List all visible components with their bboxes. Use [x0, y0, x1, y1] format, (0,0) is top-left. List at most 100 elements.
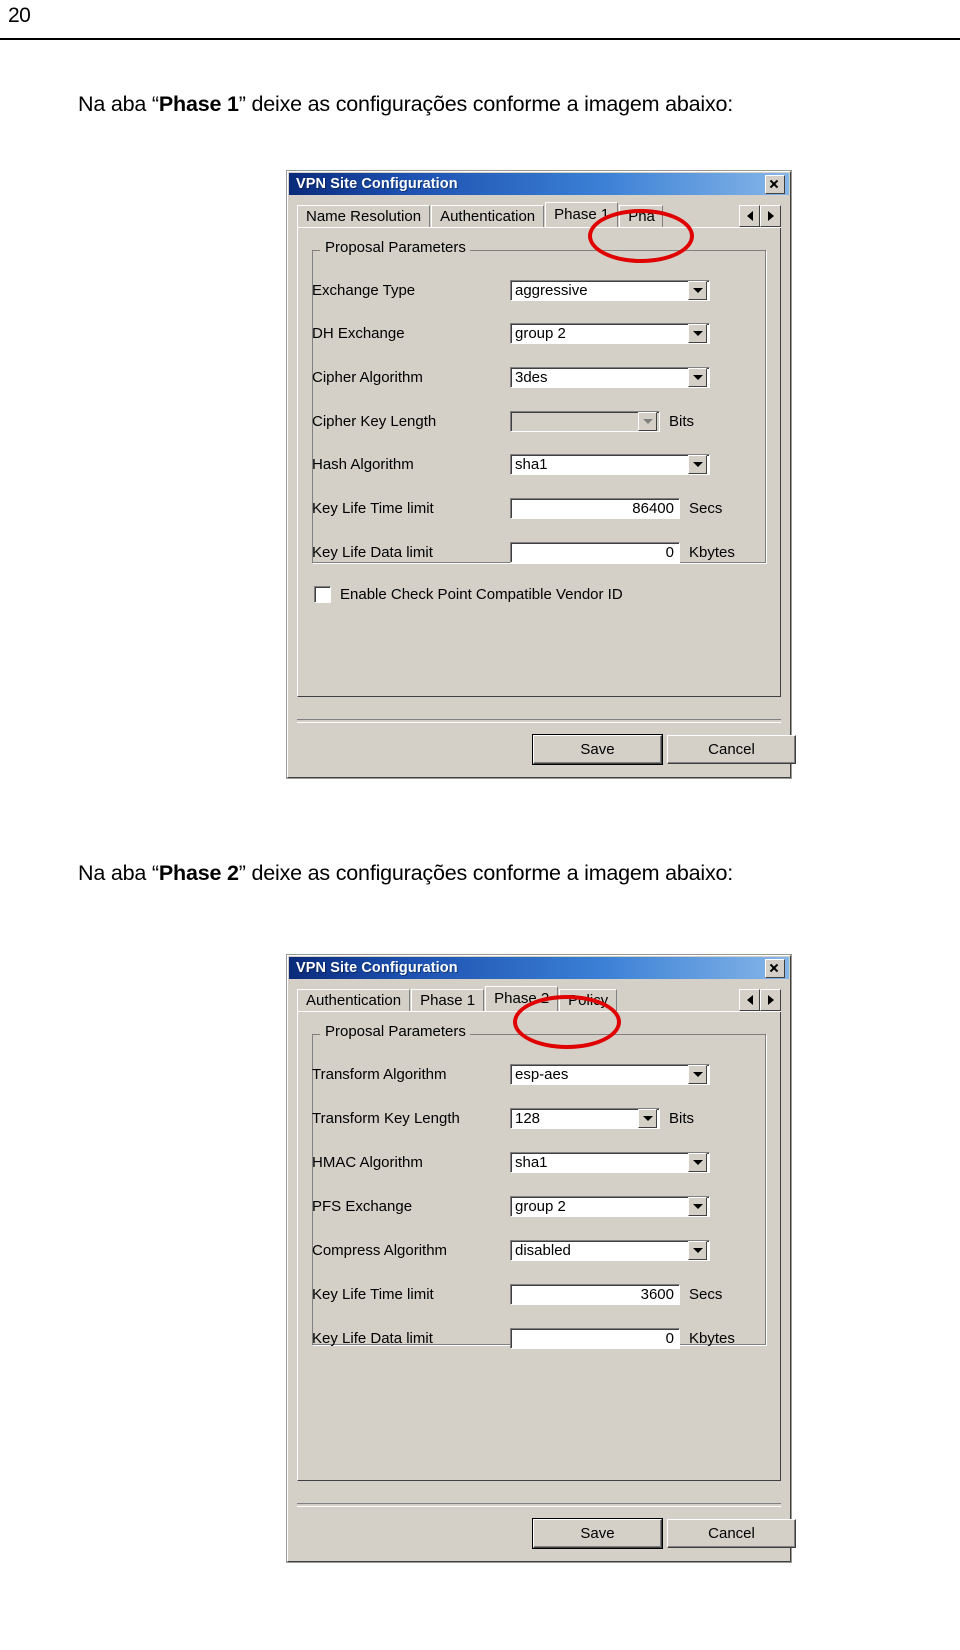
chevron-down-icon[interactable]	[688, 1064, 707, 1084]
field-key-life-data-limit: Key Life Data limit 0 Kbytes	[312, 1326, 772, 1350]
tab-phase-2[interactable]: Phase 2	[485, 986, 559, 1011]
dialog1-title: VPN Site Configuration	[296, 176, 458, 192]
cancel-button[interactable]: Cancel	[667, 1519, 796, 1548]
combo-transform-algorithm-value: esp-aes	[515, 1065, 569, 1083]
unit-key-life-data-limit: Kbytes	[689, 1329, 735, 1347]
close-icon[interactable]	[765, 958, 785, 978]
tab-name-resolution[interactable]: Name Resolution	[297, 205, 431, 227]
label-dh-exchange: DH Exchange	[312, 324, 405, 342]
label-hash-algorithm: Hash Algorithm	[312, 455, 414, 473]
close-icon[interactable]	[765, 174, 785, 194]
cancel-button[interactable]: Cancel	[667, 735, 796, 764]
field-key-life-time-limit: Key Life Time limit 3600 Secs	[312, 1282, 772, 1306]
label-key-life-data-limit: Key Life Data limit	[312, 1329, 433, 1347]
field-cipher-key-length: Cipher Key Length Bits	[312, 409, 772, 433]
tab-authentication[interactable]: Authentication	[297, 989, 411, 1011]
combo-exchange-type[interactable]: aggressive	[510, 279, 710, 301]
label-compress-algorithm: Compress Algorithm	[312, 1241, 448, 1259]
field-key-life-data-limit: Key Life Data limit 0 Kbytes	[312, 540, 772, 564]
dialog1-tabstrip: Name Resolution Authentication Phase 1 P…	[297, 202, 781, 227]
dialog1-tabpage-phase1: Proposal Parameters Exchange Type aggres…	[297, 228, 781, 697]
save-button[interactable]: Save	[532, 1518, 663, 1549]
tab-scroll-left-icon[interactable]	[739, 205, 760, 227]
chevron-down-icon[interactable]	[638, 411, 657, 431]
field-key-life-time-limit: Key Life Time limit 86400 Secs	[312, 496, 772, 520]
tab-phase-1[interactable]: Phase 1	[545, 202, 619, 227]
dialog2-title: VPN Site Configuration	[296, 960, 458, 976]
dialog1-group-legend: Proposal Parameters	[321, 239, 470, 256]
paragraph2-text-before: Na aba “	[78, 861, 159, 885]
combo-compress-algorithm[interactable]: disabled	[510, 1239, 710, 1261]
label-cipher-key-length: Cipher Key Length	[312, 412, 437, 430]
combo-dh-exchange-value: group 2	[515, 324, 566, 342]
field-dh-exchange: DH Exchange group 2	[312, 321, 772, 345]
tab-policy[interactable]: Policy	[559, 989, 618, 1011]
combo-transform-key-length[interactable]: 128	[510, 1107, 660, 1129]
dialog2-footer: Save Cancel	[297, 1503, 796, 1553]
dialog1-footer: Save Cancel	[297, 719, 796, 769]
unit-transform-key-length: Bits	[669, 1109, 695, 1127]
combo-cipher-algorithm-value: 3des	[515, 368, 548, 386]
input-key-life-data-limit[interactable]: 0	[510, 1327, 680, 1349]
chevron-down-icon[interactable]	[688, 1240, 707, 1260]
chevron-down-icon[interactable]	[638, 1108, 657, 1128]
tab-scroll-right-icon[interactable]	[760, 989, 781, 1011]
input-key-life-data-limit-value: 0	[665, 1329, 674, 1347]
label-exchange-type: Exchange Type	[312, 281, 416, 299]
tab-authentication[interactable]: Authentication	[431, 205, 545, 227]
instruction-paragraph-phase1: Na aba “Phase 1” deixe as configurações …	[78, 92, 733, 117]
combo-cipher-algorithm[interactable]: 3des	[510, 366, 710, 388]
combo-transform-algorithm[interactable]: esp-aes	[510, 1063, 710, 1085]
paragraph2-text-bold: Phase 2	[158, 861, 239, 885]
combo-pfs-exchange[interactable]: group 2	[510, 1195, 710, 1217]
field-compress-algorithm: Compress Algorithm disabled	[312, 1238, 772, 1262]
unit-key-life-time-limit: Secs	[689, 1285, 723, 1303]
paragraph1-text-bold: Phase 1	[158, 92, 239, 116]
combo-dh-exchange[interactable]: group 2	[510, 322, 710, 344]
save-button[interactable]: Save	[532, 734, 663, 765]
input-key-life-time-limit[interactable]: 86400	[510, 497, 680, 519]
combo-compress-algorithm-value: disabled	[515, 1241, 571, 1259]
combo-hmac-algorithm[interactable]: sha1	[510, 1151, 710, 1173]
field-exchange-type: Exchange Type aggressive	[312, 278, 772, 302]
dialog2-tabpage-phase2: Proposal Parameters Transform Algorithm …	[297, 1012, 781, 1481]
label-hmac-algorithm: HMAC Algorithm	[312, 1153, 423, 1171]
dialog2-tab-underline	[297, 1011, 781, 1012]
unit-cipher-key-length: Bits	[669, 412, 695, 430]
input-key-life-time-limit-value: 86400	[632, 499, 674, 517]
label-key-life-time-limit: Key Life Time limit	[312, 499, 434, 517]
chevron-down-icon[interactable]	[688, 367, 707, 387]
label-key-life-time-limit: Key Life Time limit	[312, 1285, 434, 1303]
label-pfs-exchange: PFS Exchange	[312, 1197, 413, 1215]
input-key-life-data-limit[interactable]: 0	[510, 541, 680, 563]
dialog2-tabstrip: Authentication Phase 1 Phase 2 Policy	[297, 986, 781, 1011]
chevron-down-icon[interactable]	[688, 280, 707, 300]
input-key-life-time-limit-value: 3600	[640, 1285, 674, 1303]
dialog2-group-legend: Proposal Parameters	[321, 1023, 470, 1040]
dialog1-tab-underline	[297, 227, 781, 228]
combo-hmac-algorithm-value: sha1	[515, 1153, 548, 1171]
tab-scroll-right-icon[interactable]	[760, 205, 781, 227]
tab-phase-1[interactable]: Phase 1	[411, 989, 485, 1011]
tab-phase-2-clipped[interactable]: Pha	[619, 205, 664, 227]
label-transform-algorithm: Transform Algorithm	[312, 1065, 447, 1083]
field-transform-algorithm: Transform Algorithm esp-aes	[312, 1062, 772, 1086]
instruction-paragraph-phase2: Na aba “Phase 2” deixe as configurações …	[78, 861, 733, 886]
checkbox-row-checkpoint-vendor-id[interactable]: Enable Check Point Compatible Vendor ID	[314, 586, 623, 603]
input-key-life-data-limit-value: 0	[665, 543, 674, 561]
chevron-down-icon[interactable]	[688, 454, 707, 474]
field-hash-algorithm: Hash Algorithm sha1	[312, 452, 772, 476]
chevron-down-icon[interactable]	[688, 1196, 707, 1216]
dialog1-titlebar: VPN Site Configuration	[289, 173, 789, 195]
checkbox-enable-checkpoint-vendor-id[interactable]	[314, 586, 331, 603]
vpn-site-configuration-dialog-phase2: VPN Site Configuration Authentication Ph…	[287, 955, 796, 1562]
input-key-life-time-limit[interactable]: 3600	[510, 1283, 680, 1305]
combo-hash-algorithm[interactable]: sha1	[510, 453, 710, 475]
dialog1-footer-divider	[297, 719, 781, 723]
tab-scroll-left-icon[interactable]	[739, 989, 760, 1011]
chevron-down-icon[interactable]	[688, 323, 707, 343]
header-divider	[0, 38, 960, 40]
combo-cipher-key-length[interactable]	[510, 410, 660, 432]
dialog2-tab-scroll-buttons	[739, 989, 781, 1011]
chevron-down-icon[interactable]	[688, 1152, 707, 1172]
